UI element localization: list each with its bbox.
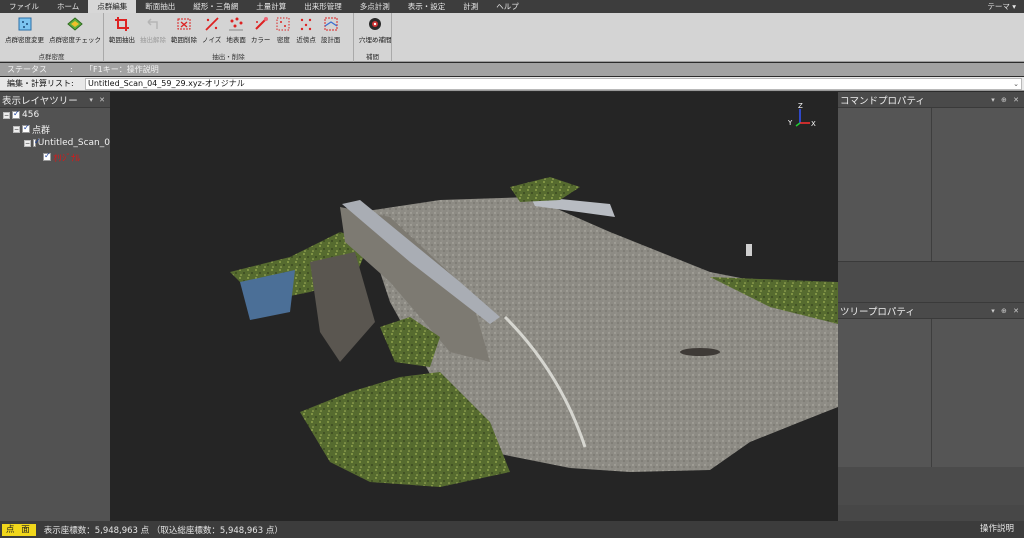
density-grid-icon: [276, 17, 290, 31]
collapse-icon[interactable]: −: [13, 125, 20, 133]
crop-icon: [115, 17, 129, 31]
status-label: ステータス: [7, 65, 47, 74]
right-panel-footer: [838, 467, 1024, 505]
bridge-pier: [310, 252, 375, 362]
mode-badge[interactable]: 点 面: [2, 523, 36, 536]
checkbox-icon[interactable]: [43, 151, 51, 161]
tree-item-label: ｵﾘｼﾞﾅﾙ: [53, 153, 81, 164]
layer-tree-controls[interactable]: ▾ ✕: [89, 92, 107, 108]
edit-list-value: Untitled_Scan_04_59_29.xyz-オリジナル: [88, 78, 245, 88]
point-count-text: 表示座標数：5,948,963 点 （取込総座標数：5,948,963 点）: [43, 525, 283, 536]
density-change-icon: [18, 17, 31, 31]
menu-help[interactable]: ヘルプ: [487, 0, 528, 13]
range-delete-icon: [177, 18, 191, 30]
edit-list-row: 編集・計算リスト: Untitled_Scan_04_59_29.xyz-オリジ…: [0, 77, 1024, 91]
app-window: ファイル ホーム 点群編集 断面抽出 縦形・三角網 土量計算 出来形管理 多点計…: [0, 0, 1024, 538]
ground-surface-icon: [229, 17, 244, 31]
command-property-title-bar: コマンドプロパティ ▾ ⊕ ✕: [838, 92, 1024, 108]
axis-y-label: Y: [787, 119, 793, 127]
edit-list-label: 編集・計算リスト:: [7, 79, 74, 88]
checkbox-icon[interactable]: [12, 109, 20, 119]
menu-pointcloud-edit[interactable]: 点群編集: [88, 0, 137, 13]
edit-list-select[interactable]: Untitled_Scan_04_59_29.xyz-オリジナル ⌄: [85, 77, 1022, 90]
tree-item-pointcloud[interactable]: − 点群: [0, 122, 110, 136]
theme-menu[interactable]: テーマ ▾: [987, 0, 1016, 13]
tree-item-label: 456: [22, 110, 40, 120]
panel-splitter[interactable]: [838, 261, 1024, 303]
road-pothole: [680, 348, 720, 356]
collapse-icon[interactable]: −: [24, 139, 31, 147]
command-property-title: コマンドプロパティ: [840, 95, 925, 107]
layer-tree-panel: 表示レイヤツリー ▾ ✕ − 456 − 点群 − Untitled_Scan_…: [0, 92, 110, 521]
ribbon-group-density: 点群密度変更 点群密度チェック 点群密度: [0, 13, 104, 62]
hole-fill-icon: [369, 18, 382, 30]
vegetation-far: [510, 177, 580, 202]
menu-display-settings[interactable]: 表示・設定: [399, 0, 455, 13]
undo-extract-icon: [147, 18, 158, 29]
stray-object: [746, 244, 752, 256]
layer-tree-title-bar: 表示レイヤツリー ▾ ✕: [0, 92, 110, 108]
tree-item-root[interactable]: − 456: [0, 108, 110, 122]
color-icon: [254, 17, 268, 30]
help-label[interactable]: 操作説明: [980, 521, 1014, 538]
axis-x-label: X: [811, 120, 816, 128]
neighbor-point-icon: [300, 18, 312, 31]
tree-item-label: 点群: [32, 125, 51, 136]
tree-property-column: [838, 319, 932, 467]
menu-section[interactable]: 断面抽出: [136, 0, 184, 13]
chevron-down-icon: ⌄: [1013, 79, 1019, 88]
tree-property-body: [838, 319, 1024, 467]
command-property-controls[interactable]: ▾ ⊕ ✕: [991, 92, 1021, 108]
tree-item-label: Untitled_Scan_0: [37, 138, 110, 148]
menu-tin[interactable]: 縦形・三角網: [184, 0, 247, 13]
axis-z-label: Z: [798, 102, 803, 110]
design-surface-icon: [324, 17, 338, 31]
menu-asbuilt[interactable]: 出来形管理: [295, 0, 351, 13]
tree-item-original[interactable]: ｵﾘｼﾞﾅﾙ: [0, 150, 110, 164]
menu-file[interactable]: ファイル: [0, 0, 48, 13]
menu-home[interactable]: ホーム: [48, 0, 88, 13]
menu-bar: ファイル ホーム 点群編集 断面抽出 縦形・三角網 土量計算 出来形管理 多点計…: [0, 0, 1024, 13]
right-panels: コマンドプロパティ ▾ ⊕ ✕ ツリープロパティ ▾ ⊕ ✕: [838, 92, 1024, 521]
ribbon-group-interpolation: 穴埋め補間 補間: [354, 13, 392, 62]
tree-property-title: ツリープロパティ: [840, 306, 915, 318]
ribbon-group-density-label: 点群密度: [38, 53, 65, 61]
command-property-column: [838, 108, 932, 261]
collapse-icon[interactable]: −: [3, 111, 10, 119]
ribbon-group-extract-delete-label: 抽出・削除: [212, 53, 245, 61]
point-cloud-viewport[interactable]: Z Y X: [110, 92, 838, 521]
ribbon: 点群密度変更 点群密度チェック 点群密度 範囲抽出 抽出解除 範囲削除 ノイズ …: [0, 13, 1024, 62]
tree-property-title-bar: ツリープロパティ ▾ ⊕ ✕: [838, 303, 1024, 319]
checkbox-icon[interactable]: [22, 123, 30, 133]
ribbon-group-extract-delete: 範囲抽出 抽出解除 範囲削除 ノイズ 地表面 カラー 密度 近傍点 設計面 抽出…: [104, 13, 354, 62]
status-separator: :: [70, 65, 73, 74]
checkbox-icon[interactable]: [33, 137, 40, 147]
menu-measure[interactable]: 計測: [454, 0, 487, 13]
menu-earthwork[interactable]: 土量計算: [247, 0, 295, 13]
status-bar: ステータス : 「F1キー：操作説明: [0, 63, 1024, 76]
status-value: 「F1キー：操作説明: [85, 65, 159, 74]
tree-property-controls[interactable]: ▾ ⊕ ✕: [991, 303, 1021, 319]
command-property-body: [838, 108, 1024, 261]
axis-gizmo[interactable]: Z Y X: [786, 101, 820, 135]
ribbon-group-interpolation-label: 補間: [366, 53, 379, 61]
layer-tree-title: 表示レイヤツリー: [2, 95, 78, 107]
density-check-icon: [67, 17, 83, 31]
tree-item-scan[interactable]: − Untitled_Scan_0: [0, 136, 110, 150]
menu-multipoint[interactable]: 多点計測: [351, 0, 399, 13]
bottom-status-bar: 点 面 表示座標数：5,948,963 点 （取込総座標数：5,948,963 …: [0, 521, 1024, 538]
point-cloud-render: [230, 177, 838, 487]
noise-icon: [205, 17, 219, 31]
